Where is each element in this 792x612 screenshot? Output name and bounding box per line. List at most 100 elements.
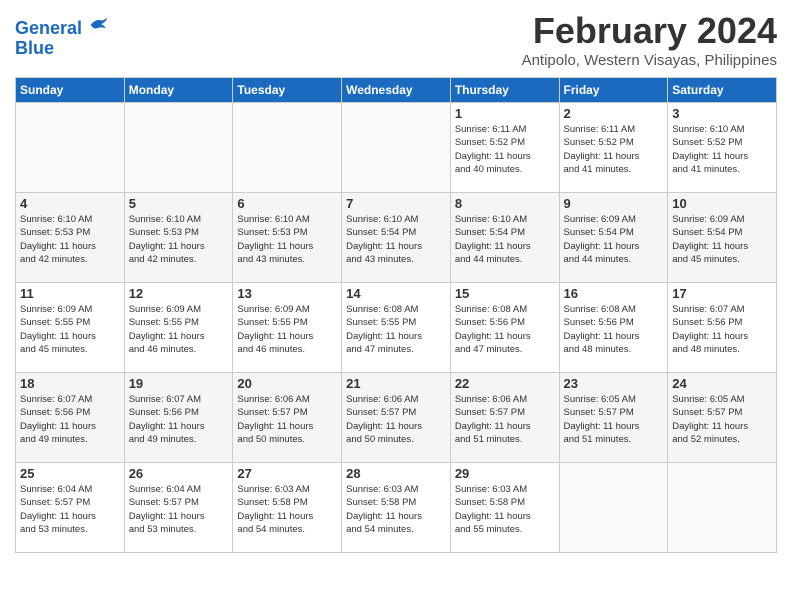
day-info: Sunrise: 6:07 AMSunset: 5:56 PMDaylight:… xyxy=(20,393,120,446)
header-tuesday: Tuesday xyxy=(233,78,342,103)
calendar-cell: 6Sunrise: 6:10 AMSunset: 5:53 PMDaylight… xyxy=(233,193,342,283)
page-header: General Blue February 2024 Antipolo, Wes… xyxy=(15,10,777,69)
calendar-cell: 22Sunrise: 6:06 AMSunset: 5:57 PMDayligh… xyxy=(450,373,559,463)
calendar-cell: 27Sunrise: 6:03 AMSunset: 5:58 PMDayligh… xyxy=(233,463,342,553)
calendar-cell: 15 Sunrise: 6:08 AMSunset: 5:56 PMDayligh… xyxy=(450,283,559,373)
calendar-body: 1 Sunrise: 6:11 AMSunset: 5:52 PMDaylight… xyxy=(16,103,777,553)
day-number: 20 xyxy=(237,376,337,391)
day-info: Sunrise: 6:10 AMSunset: 5:54 PMDaylight:… xyxy=(346,213,446,266)
header-wednesday: Wednesday xyxy=(342,78,451,103)
calendar-cell: 10 Sunrise: 6:09 AMSunset: 5:54 PMDayligh… xyxy=(668,193,777,283)
day-info: Sunrise: 6:08 AMSunset: 5:56 PMDaylight:… xyxy=(455,303,555,356)
day-number: 2 xyxy=(564,106,664,121)
day-info: Sunrise: 6:04 AMSunset: 5:57 PMDaylight:… xyxy=(129,483,229,536)
calendar-cell: 26 Sunrise: 6:04 AMSunset: 5:57 PMDayligh… xyxy=(124,463,233,553)
calendar-cell: 3 Sunrise: 6:10 AMSunset: 5:52 PMDaylight… xyxy=(668,103,777,193)
week-row-1: 4 Sunrise: 6:10 AMSunset: 5:53 PMDaylight… xyxy=(16,193,777,283)
calendar-header: SundayMondayTuesdayWednesdayThursdayFrid… xyxy=(16,78,777,103)
header-friday: Friday xyxy=(559,78,668,103)
header-thursday: Thursday xyxy=(450,78,559,103)
day-number: 27 xyxy=(237,466,337,481)
day-info: Sunrise: 6:07 AMSunset: 5:56 PMDaylight:… xyxy=(672,303,772,356)
header-monday: Monday xyxy=(124,78,233,103)
day-number: 23 xyxy=(564,376,664,391)
calendar-cell: 24 Sunrise: 6:05 AMSunset: 5:57 PMDayligh… xyxy=(668,373,777,463)
day-number: 12 xyxy=(129,286,229,301)
day-info: Sunrise: 6:07 AMSunset: 5:56 PMDaylight:… xyxy=(129,393,229,446)
day-info: Sunrise: 6:10 AMSunset: 5:53 PMDaylight:… xyxy=(237,213,337,266)
day-info: Sunrise: 6:09 AMSunset: 5:55 PMDaylight:… xyxy=(129,303,229,356)
calendar-cell: 4 Sunrise: 6:10 AMSunset: 5:53 PMDaylight… xyxy=(16,193,125,283)
day-info: Sunrise: 6:08 AMSunset: 5:55 PMDaylight:… xyxy=(346,303,446,356)
day-number: 17 xyxy=(672,286,772,301)
calendar-cell: 1 Sunrise: 6:11 AMSunset: 5:52 PMDaylight… xyxy=(450,103,559,193)
header-saturday: Saturday xyxy=(668,78,777,103)
calendar-cell: 18Sunrise: 6:07 AMSunset: 5:56 PMDayligh… xyxy=(16,373,125,463)
calendar-cell: 14Sunrise: 6:08 AMSunset: 5:55 PMDayligh… xyxy=(342,283,451,373)
day-number: 5 xyxy=(129,196,229,211)
subtitle: Antipolo, Western Visayas, Philippines xyxy=(522,52,777,69)
day-number: 10 xyxy=(672,196,772,211)
day-info: Sunrise: 6:03 AMSunset: 5:58 PMDaylight:… xyxy=(455,483,555,536)
calendar-cell xyxy=(233,103,342,193)
day-info: Sunrise: 6:11 AMSunset: 5:52 PMDaylight:… xyxy=(455,123,555,176)
day-number: 15 xyxy=(455,286,555,301)
day-number: 28 xyxy=(346,466,446,481)
day-number: 13 xyxy=(237,286,337,301)
day-number: 16 xyxy=(564,286,664,301)
week-row-4: 25 Sunrise: 6:04 AMSunset: 5:57 PMDayligh… xyxy=(16,463,777,553)
day-number: 3 xyxy=(672,106,772,121)
day-info: Sunrise: 6:09 AMSunset: 5:54 PMDaylight:… xyxy=(672,213,772,266)
day-info: Sunrise: 6:10 AMSunset: 5:53 PMDaylight:… xyxy=(20,213,120,266)
day-info: Sunrise: 6:06 AMSunset: 5:57 PMDaylight:… xyxy=(346,393,446,446)
calendar-cell xyxy=(16,103,125,193)
calendar-cell: 2Sunrise: 6:11 AMSunset: 5:52 PMDaylight… xyxy=(559,103,668,193)
week-row-0: 1 Sunrise: 6:11 AMSunset: 5:52 PMDaylight… xyxy=(16,103,777,193)
calendar-cell: 5 Sunrise: 6:10 AMSunset: 5:53 PMDaylight… xyxy=(124,193,233,283)
day-number: 1 xyxy=(455,106,555,121)
header-sunday: Sunday xyxy=(16,78,125,103)
day-number: 26 xyxy=(129,466,229,481)
day-number: 21 xyxy=(346,376,446,391)
day-info: Sunrise: 6:10 AMSunset: 5:53 PMDaylight:… xyxy=(129,213,229,266)
day-number: 22 xyxy=(455,376,555,391)
calendar-cell xyxy=(668,463,777,553)
calendar-cell: 16 Sunrise: 6:08 AMSunset: 5:56 PMDayligh… xyxy=(559,283,668,373)
day-number: 4 xyxy=(20,196,120,211)
day-info: Sunrise: 6:05 AMSunset: 5:57 PMDaylight:… xyxy=(564,393,664,446)
day-info: Sunrise: 6:08 AMSunset: 5:56 PMDaylight:… xyxy=(564,303,664,356)
day-number: 24 xyxy=(672,376,772,391)
day-info: Sunrise: 6:04 AMSunset: 5:57 PMDaylight:… xyxy=(20,483,120,536)
calendar-cell: 20 Sunrise: 6:06 AMSunset: 5:57 PMDayligh… xyxy=(233,373,342,463)
calendar-cell: 11 Sunrise: 6:09 AMSunset: 5:55 PMDayligh… xyxy=(16,283,125,373)
day-number: 8 xyxy=(455,196,555,211)
calendar-cell xyxy=(124,103,233,193)
calendar-table: SundayMondayTuesdayWednesdayThursdayFrid… xyxy=(15,77,777,553)
day-info: Sunrise: 6:05 AMSunset: 5:57 PMDaylight:… xyxy=(672,393,772,446)
title-section: February 2024 Antipolo, Western Visayas,… xyxy=(522,10,777,69)
calendar-cell: 8Sunrise: 6:10 AMSunset: 5:54 PMDaylight… xyxy=(450,193,559,283)
day-info: Sunrise: 6:06 AMSunset: 5:57 PMDaylight:… xyxy=(237,393,337,446)
day-number: 9 xyxy=(564,196,664,211)
calendar-cell: 25 Sunrise: 6:04 AMSunset: 5:57 PMDayligh… xyxy=(16,463,125,553)
day-number: 25 xyxy=(20,466,120,481)
calendar-cell: 19 Sunrise: 6:07 AMSunset: 5:56 PMDayligh… xyxy=(124,373,233,463)
day-info: Sunrise: 6:03 AMSunset: 5:58 PMDaylight:… xyxy=(346,483,446,536)
day-info: Sunrise: 6:10 AMSunset: 5:52 PMDaylight:… xyxy=(672,123,772,176)
calendar-cell: 7 Sunrise: 6:10 AMSunset: 5:54 PMDaylight… xyxy=(342,193,451,283)
day-number: 7 xyxy=(346,196,446,211)
logo: General Blue xyxy=(15,14,109,59)
calendar-cell: 9 Sunrise: 6:09 AMSunset: 5:54 PMDaylight… xyxy=(559,193,668,283)
calendar-cell xyxy=(559,463,668,553)
day-info: Sunrise: 6:09 AMSunset: 5:55 PMDaylight:… xyxy=(20,303,120,356)
calendar-cell xyxy=(342,103,451,193)
day-number: 11 xyxy=(20,286,120,301)
main-title: February 2024 xyxy=(522,10,777,52)
logo-blue: Blue xyxy=(15,38,54,58)
day-info: Sunrise: 6:09 AMSunset: 5:54 PMDaylight:… xyxy=(564,213,664,266)
day-number: 19 xyxy=(129,376,229,391)
calendar-cell: 21 Sunrise: 6:06 AMSunset: 5:57 PMDayligh… xyxy=(342,373,451,463)
calendar-cell: 28 Sunrise: 6:03 AMSunset: 5:58 PMDayligh… xyxy=(342,463,451,553)
calendar-cell: 12 Sunrise: 6:09 AMSunset: 5:55 PMDayligh… xyxy=(124,283,233,373)
day-info: Sunrise: 6:09 AMSunset: 5:55 PMDaylight:… xyxy=(237,303,337,356)
